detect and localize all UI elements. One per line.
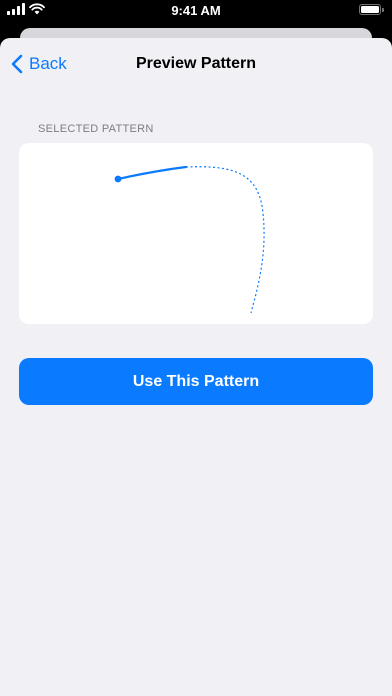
section-label: SELECTED PATTERN — [38, 123, 154, 135]
pattern-preview-card — [19, 143, 373, 324]
use-pattern-button[interactable]: Use This Pattern — [19, 358, 373, 405]
pattern-remaining-stroke — [185, 166, 265, 314]
pattern-drawn-stroke — [116, 165, 188, 181]
modal-sheet: Back Preview Pattern SELECTED PATTERN Us… — [0, 38, 392, 696]
pattern-preview — [114, 165, 265, 314]
status-time: 9:41 AM — [171, 3, 221, 18]
status-bar: 9:41 AM — [0, 0, 392, 22]
page-title: Preview Pattern — [135, 55, 257, 72]
navigation-bar: Back Preview Pattern — [0, 38, 392, 90]
battery-icon — [359, 4, 384, 15]
